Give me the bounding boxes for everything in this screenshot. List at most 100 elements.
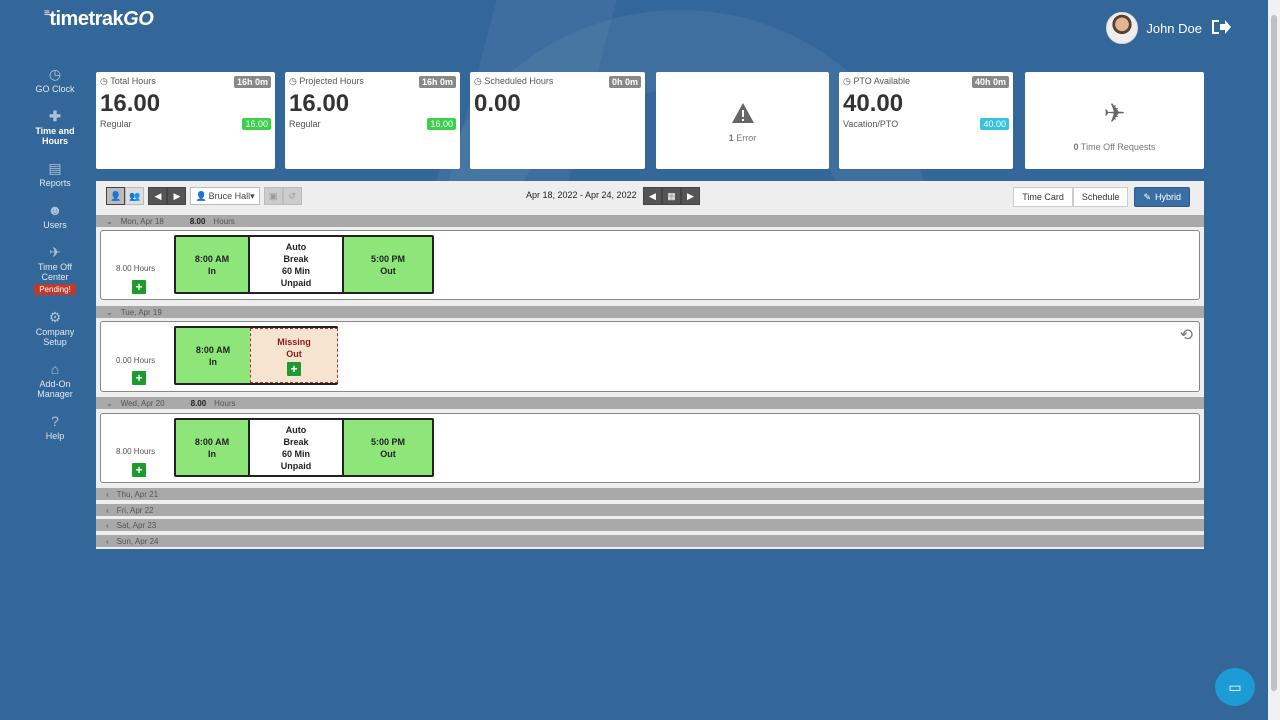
punch-in[interactable]: 8:00 AM In — [176, 328, 250, 383]
avatar[interactable] — [1106, 12, 1139, 44]
history-icon[interactable]: ⟲ — [1180, 325, 1193, 345]
sidebar-item-go-clock[interactable]: ◷ GO Clock — [28, 66, 82, 94]
errors-card[interactable]: 1 Error — [656, 72, 829, 169]
time-off-requests-card[interactable]: ✈ 0 Time Off Requests — [1025, 72, 1204, 169]
sidebar-item-reports[interactable]: ▤ Reports — [28, 160, 82, 188]
sidebar-item-company-setup[interactable]: ⚙ Company Setup — [28, 309, 82, 347]
day-header-sun[interactable]: ‹ Sun, Apr 24 — [96, 535, 1204, 547]
punch-set: 8:00 AM In Missing Out + — [174, 326, 338, 385]
employee-name: Bruce Hall — [208, 191, 251, 201]
chat-icon: ▭ — [1228, 678, 1242, 695]
total-hours-card[interactable]: ◷ Total Hours 16h 0m 16.00 Regular 16.00 — [96, 72, 275, 169]
sidebar-item-time-and-hours[interactable]: ✚ Time and Hours — [28, 108, 82, 146]
break-line: Unpaid — [280, 460, 312, 471]
caret-down-icon: ▾ — [250, 190, 255, 201]
schedule-button[interactable]: Schedule — [1072, 187, 1129, 207]
day-hours: 8.00 Hours — [116, 264, 156, 273]
sidebar-item-users[interactable]: ☻ Users — [28, 202, 82, 230]
sidebar-item-label: Time and Hours — [35, 126, 75, 146]
projected-hours-tag: 16h 0m — [418, 76, 456, 88]
scheduled-hours-value: 0.00 — [474, 90, 521, 117]
add-punch-button[interactable]: + — [132, 280, 146, 294]
punch-in[interactable]: 8:00 AM In — [176, 420, 248, 475]
hybrid-button[interactable]: ✎ Hybrid — [1134, 187, 1190, 207]
scrollbar-thumb[interactable] — [1271, 15, 1277, 691]
sidebar-item-label: Help — [45, 431, 65, 441]
employee-select[interactable]: 👤 Bruce Hall ▾ — [190, 187, 260, 205]
missing-out-punch[interactable]: Missing Out + — [250, 328, 338, 383]
missing-line: Out — [286, 348, 302, 359]
day-header-thu[interactable]: ‹ Thu, Apr 21 — [96, 488, 1204, 500]
add-punch-button[interactable]: + — [132, 463, 146, 477]
user-icon: 👤 — [195, 190, 207, 201]
calendar-icon[interactable]: ▦ — [662, 187, 681, 205]
punch-label: Out — [380, 265, 396, 276]
app-logo[interactable]: ≡timetrakGO — [44, 8, 154, 31]
undo-icon[interactable]: ↺ — [282, 187, 302, 205]
sidebar-item-label: Add-On Manager — [37, 379, 73, 399]
sidebar-item-label: GO Clock — [35, 84, 75, 94]
punch-set: 8:00 AM In Auto Break 60 Min Unpaid 5:00… — [174, 235, 434, 294]
time-off-label: Time Off Requests — [1080, 142, 1156, 152]
store-icon: ⌂ — [50, 361, 60, 377]
day-total: 8.00 — [190, 398, 207, 408]
day-header-tue[interactable]: ⌄ Tue, Apr 19 — [96, 306, 1204, 318]
toolbar: 👤 👥 ◀ ▶ 👤 Bruce Hall ▾ ▣ ↺ — [106, 187, 302, 205]
day-header-sat[interactable]: ‹ Sat, Apr 23 — [96, 519, 1204, 531]
next-week-button[interactable]: ▶ — [681, 187, 700, 205]
day-hours: 8.00 Hours — [116, 447, 156, 456]
day-body-tue: 0.00 Hours + 8:00 AM In Missing Out + ⟲ — [100, 321, 1200, 392]
total-hours-sub: Regular — [100, 119, 132, 129]
sidebar-item-label: Reports — [39, 178, 71, 188]
missing-line: Missing — [277, 336, 311, 347]
day-header-wed[interactable]: ⌄ Wed, Apr 20 8.00 Hours — [96, 397, 1204, 409]
chevron-down-icon: ⌄ — [106, 398, 113, 408]
projected-hours-card[interactable]: ◷ Projected Hours 16h 0m 16.00 Regular 1… — [285, 72, 460, 169]
add-missing-punch-button[interactable]: + — [287, 361, 301, 376]
multi-user-icon[interactable]: 👥 — [125, 187, 145, 205]
punch-time: 8:00 AM — [195, 344, 231, 355]
sidebar-item-time-off-center[interactable]: ✈ Time Off Center Pending! — [28, 244, 82, 295]
auto-break[interactable]: Auto Break 60 Min Unpaid — [248, 237, 344, 292]
time-card-button[interactable]: Time Card — [1013, 187, 1073, 207]
punch-in[interactable]: 8:00 AM In — [176, 237, 248, 292]
time-off-count: 0 — [1073, 142, 1079, 152]
punch-out[interactable]: 5:00 PM Out — [344, 237, 432, 292]
scheduled-hours-label: ◷ Scheduled Hours — [474, 76, 554, 86]
sidebar-item-add-on-manager[interactable]: ⌂ Add-On Manager — [28, 361, 82, 399]
punch-label: In — [209, 356, 217, 367]
single-user-icon[interactable]: 👤 — [106, 187, 126, 205]
scheduled-hours-card[interactable]: ◷ Scheduled Hours 0h 0m 0.00 — [470, 72, 645, 169]
user-menu[interactable]: John Doe — [1106, 12, 1202, 44]
plane-icon: ✈ — [1103, 98, 1126, 128]
total-hours-tag: 16h 0m — [233, 76, 271, 88]
prev-week-button[interactable]: ◀ — [643, 187, 662, 205]
chat-button[interactable]: ▭ — [1215, 668, 1255, 706]
prev-employee-button[interactable]: ◀ — [148, 187, 168, 205]
day-label: Wed, Apr 20 — [120, 398, 165, 408]
break-line: 60 Min — [281, 448, 310, 459]
punch-time: 8:00 AM — [194, 253, 230, 264]
save-icon[interactable]: ▣ — [263, 187, 283, 205]
day-unit: Hours — [213, 216, 235, 226]
gear-icon: ⚙ — [48, 309, 62, 325]
sidebar-item-help[interactable]: ? Help — [28, 413, 82, 441]
break-line: Auto — [285, 241, 307, 252]
summary-cards: ◷ Total Hours 16h 0m 16.00 Regular 16.00… — [96, 72, 1204, 169]
scheduled-hours-label-text: Scheduled Hours — [484, 76, 554, 86]
add-punch-button[interactable]: + — [132, 371, 146, 385]
auto-break[interactable]: Auto Break 60 Min Unpaid — [248, 420, 344, 475]
user-name[interactable]: John Doe — [1146, 21, 1202, 36]
time-off-requests-text: 0 Time Off Requests — [1025, 142, 1204, 152]
logout-icon[interactable] — [1210, 18, 1232, 41]
day-header-fri[interactable]: ‹ Fri, Apr 22 — [96, 504, 1204, 516]
pto-card[interactable]: ◷ PTO Available 40h 0m 40.00 Vacation/PT… — [839, 72, 1013, 169]
day-unit: Hours — [214, 398, 236, 408]
page-scrollbar[interactable] — [1268, 0, 1280, 720]
projected-hours-label-text: Projected Hours — [299, 76, 364, 86]
day-header-mon[interactable]: ⌄ Mon, Apr 18 8.00 Hours — [96, 215, 1204, 227]
sidebar-item-label: Users — [43, 220, 67, 230]
punch-out[interactable]: 5:00 PM Out — [344, 420, 432, 475]
clock-icon: ◷ — [48, 66, 62, 82]
next-employee-button[interactable]: ▶ — [167, 187, 187, 205]
